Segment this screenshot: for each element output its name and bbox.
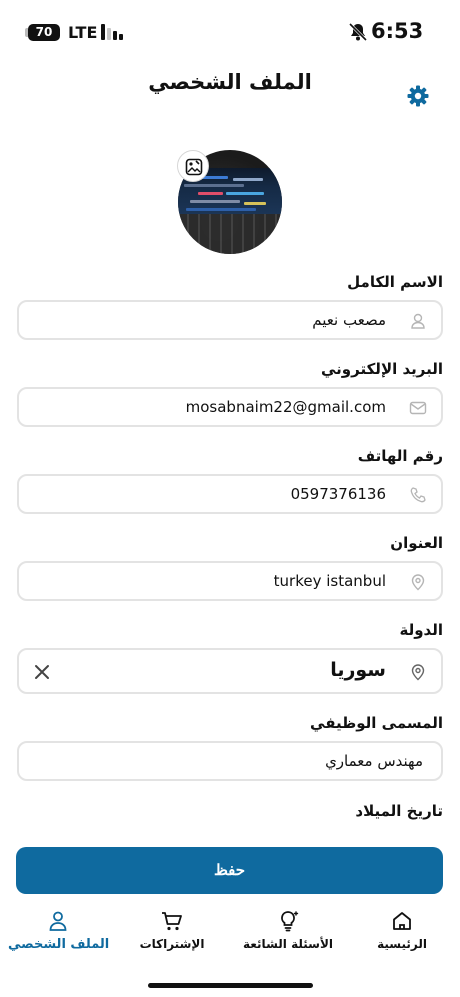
bell-muted-icon <box>348 22 368 42</box>
tab-home-label: الرئيسية <box>377 937 427 951</box>
gear-icon[interactable] <box>406 84 430 108</box>
save-button[interactable]: حفظ <box>16 847 443 894</box>
location-pin-icon <box>411 574 425 591</box>
address-label: العنوان <box>390 534 443 552</box>
image-edit-icon <box>185 158 203 176</box>
address-value: turkey istanbul <box>273 572 386 590</box>
phone-value: 0597376136 <box>290 485 386 503</box>
country-value: سوريا <box>330 659 386 681</box>
email-field[interactable]: mosabnaim22@gmail.com <box>17 387 443 427</box>
country-label: الدولة <box>399 621 444 639</box>
user-icon <box>411 313 425 329</box>
close-icon[interactable] <box>33 663 51 681</box>
full-name-label: الاسم الكامل <box>347 273 443 291</box>
job-title-label: المسمى الوظيفي <box>310 714 443 732</box>
page-title: الملف الشخصي <box>148 70 312 94</box>
tab-subscriptions[interactable]: الإشتراكات <box>138 909 206 957</box>
tab-profile[interactable]: الملف الشخصي <box>8 909 110 957</box>
tab-faq[interactable]: الأسئلة الشائعة <box>242 909 334 957</box>
address-field[interactable]: turkey istanbul <box>17 561 443 601</box>
status-bar: 70 LTE 6:53 <box>0 0 460 62</box>
network-type: LTE <box>68 23 98 42</box>
location-pin-icon <box>411 664 425 681</box>
lightbulb-icon <box>281 911 299 932</box>
tab-home[interactable]: الرئيسية <box>370 909 434 957</box>
country-select[interactable]: سوريا <box>17 648 443 694</box>
email-value: mosabnaim22@gmail.com <box>185 398 386 416</box>
phone-field[interactable]: 0597376136 <box>17 474 443 514</box>
birth-date-label: تاريخ الميلاد <box>355 802 443 820</box>
job-title-value: مهندس معماري <box>325 752 423 770</box>
clock: 6:53 <box>371 19 424 43</box>
tab-profile-label: الملف الشخصي <box>8 937 110 952</box>
tab-subscriptions-label: الإشتراكات <box>139 937 205 951</box>
cart-icon <box>162 912 182 931</box>
full-name-value: مصعب نعيم <box>312 311 386 329</box>
phone-label: رقم الهاتف <box>357 447 443 465</box>
signal-icon <box>101 24 125 40</box>
user-icon <box>49 911 67 931</box>
home-icon <box>393 912 411 930</box>
full-name-field[interactable]: مصعب نعيم <box>17 300 443 340</box>
job-title-field[interactable]: مهندس معماري <box>17 741 443 781</box>
battery-indicator: 70 <box>25 24 60 41</box>
tab-faq-label: الأسئلة الشائعة <box>243 937 333 951</box>
phone-icon <box>410 487 426 503</box>
home-indicator <box>148 983 313 988</box>
mail-icon <box>409 401 427 415</box>
email-label: البريد الإلكتروني <box>321 360 443 378</box>
edit-photo-button[interactable] <box>177 150 209 182</box>
